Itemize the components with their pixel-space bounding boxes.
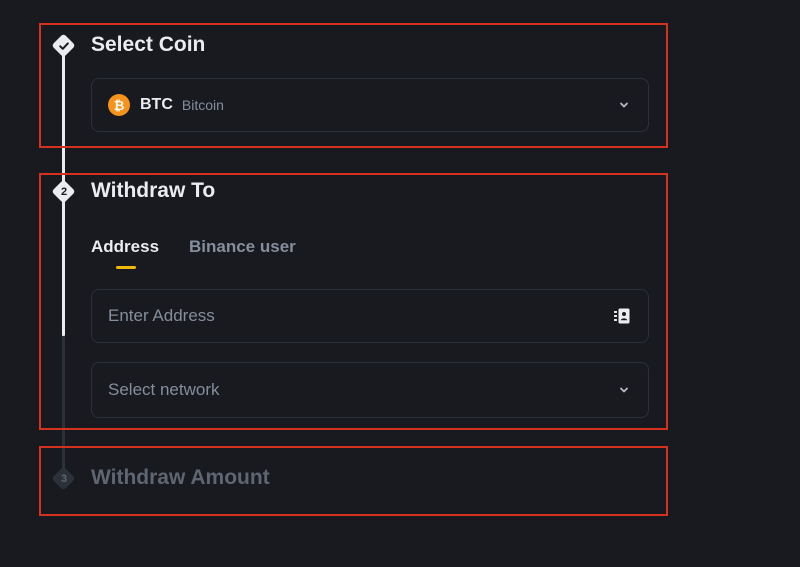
annotation-box-select-coin	[39, 23, 668, 148]
annotation-box-withdraw-to	[39, 173, 668, 430]
withdraw-page: Select Coin ₿ BTC Bitcoin 2 Withdraw To …	[0, 0, 800, 567]
annotation-box-withdraw-amount	[39, 446, 668, 516]
